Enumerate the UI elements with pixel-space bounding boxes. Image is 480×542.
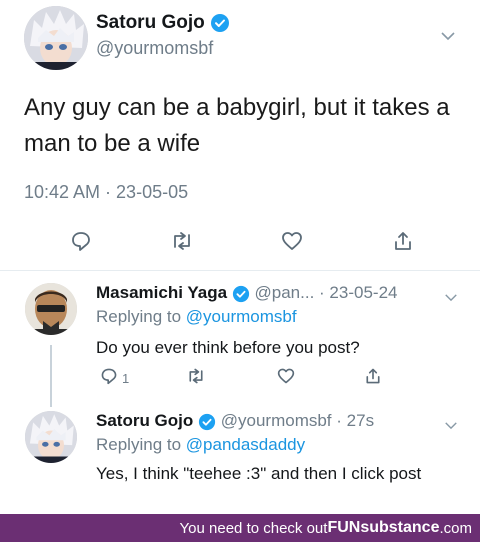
replying-to: Replying to @yourmomsbf bbox=[96, 307, 297, 327]
author-name[interactable]: Masamichi Yaga bbox=[96, 283, 227, 302]
author-handle[interactable]: @yourmomsbf bbox=[221, 411, 332, 430]
author-name-text[interactable]: Satoru Gojo bbox=[96, 12, 205, 33]
reply-text: Do you ever think before you post? bbox=[96, 338, 360, 357]
tweet-text: Any guy can be a babygirl, but it takes … bbox=[24, 94, 450, 157]
chevron-down-icon[interactable] bbox=[444, 289, 458, 307]
watermark-bar: You need to check out FUNsubstance .com bbox=[0, 514, 480, 542]
reply-text: Yes, I think "teehee :3" and then I clic… bbox=[96, 464, 422, 483]
reply-header: Masamichi Yaga @pan... · 23-05-24 bbox=[96, 283, 397, 303]
share-icon bbox=[392, 230, 414, 256]
replying-to-link[interactable]: @yourmomsbf bbox=[186, 307, 297, 326]
replying-to-link[interactable]: @pandasdaddy bbox=[186, 435, 305, 454]
thread-line bbox=[50, 345, 52, 407]
verified-icon bbox=[232, 285, 250, 303]
retweet-button[interactable] bbox=[186, 367, 206, 389]
replying-to-label: Replying to bbox=[96, 435, 186, 454]
watermark-brand: FUNsubstance bbox=[327, 519, 440, 536]
author-handle[interactable]: @pan... bbox=[255, 283, 315, 302]
verified-icon bbox=[210, 13, 230, 33]
like-icon bbox=[280, 230, 304, 256]
reply-header: Satoru Gojo @yourmomsbf · 27s bbox=[96, 411, 374, 431]
retweet-button[interactable] bbox=[170, 230, 194, 256]
chevron-down-icon[interactable] bbox=[444, 417, 458, 435]
chevron-down-icon[interactable] bbox=[440, 28, 456, 46]
author-handle[interactable]: @yourmomsbf bbox=[96, 38, 213, 59]
author-name[interactable]: Satoru Gojo bbox=[96, 12, 230, 34]
replying-to: Replying to @pandasdaddy bbox=[96, 435, 305, 455]
share-icon bbox=[364, 367, 382, 389]
share-button[interactable] bbox=[392, 230, 414, 256]
avatar[interactable] bbox=[25, 283, 77, 335]
retweet-icon bbox=[170, 230, 194, 256]
like-button[interactable] bbox=[276, 367, 296, 389]
share-button[interactable] bbox=[364, 367, 382, 389]
retweet-icon bbox=[186, 367, 206, 389]
replying-to-label: Replying to bbox=[96, 307, 186, 326]
verified-icon bbox=[198, 413, 216, 431]
main-tweet: Satoru Gojo @yourmomsbf Any guy can be a… bbox=[0, 0, 480, 251]
author-name[interactable]: Satoru Gojo bbox=[96, 411, 193, 430]
avatar[interactable] bbox=[24, 6, 88, 70]
watermark-text: You need to check out bbox=[179, 519, 328, 537]
tweet-actions bbox=[0, 230, 480, 258]
like-button[interactable] bbox=[280, 230, 304, 256]
reply-date[interactable]: · 23-05-24 bbox=[319, 283, 397, 302]
avatar[interactable] bbox=[25, 411, 77, 463]
avatar-image bbox=[25, 283, 77, 335]
avatar-image bbox=[25, 411, 77, 463]
reply-button[interactable] bbox=[70, 230, 92, 256]
like-icon bbox=[276, 367, 296, 389]
reply-tweet: Satoru Gojo @yourmomsbf · 27s Replying t… bbox=[0, 401, 480, 514]
avatar-image bbox=[24, 6, 88, 70]
reply-date[interactable]: · 27s bbox=[336, 411, 374, 430]
reply-button[interactable]: 1 bbox=[100, 367, 129, 389]
tweet-timestamp[interactable]: 10:42 AM · 23-05-05 bbox=[24, 182, 188, 203]
reply-count: 1 bbox=[122, 370, 130, 386]
watermark-suffix: .com bbox=[439, 519, 472, 537]
reply-actions: 1 bbox=[0, 367, 480, 389]
reply-icon bbox=[100, 367, 118, 389]
reply-icon bbox=[70, 230, 92, 256]
reply-tweet: Masamichi Yaga @pan... · 23-05-24 Replyi… bbox=[0, 271, 480, 401]
